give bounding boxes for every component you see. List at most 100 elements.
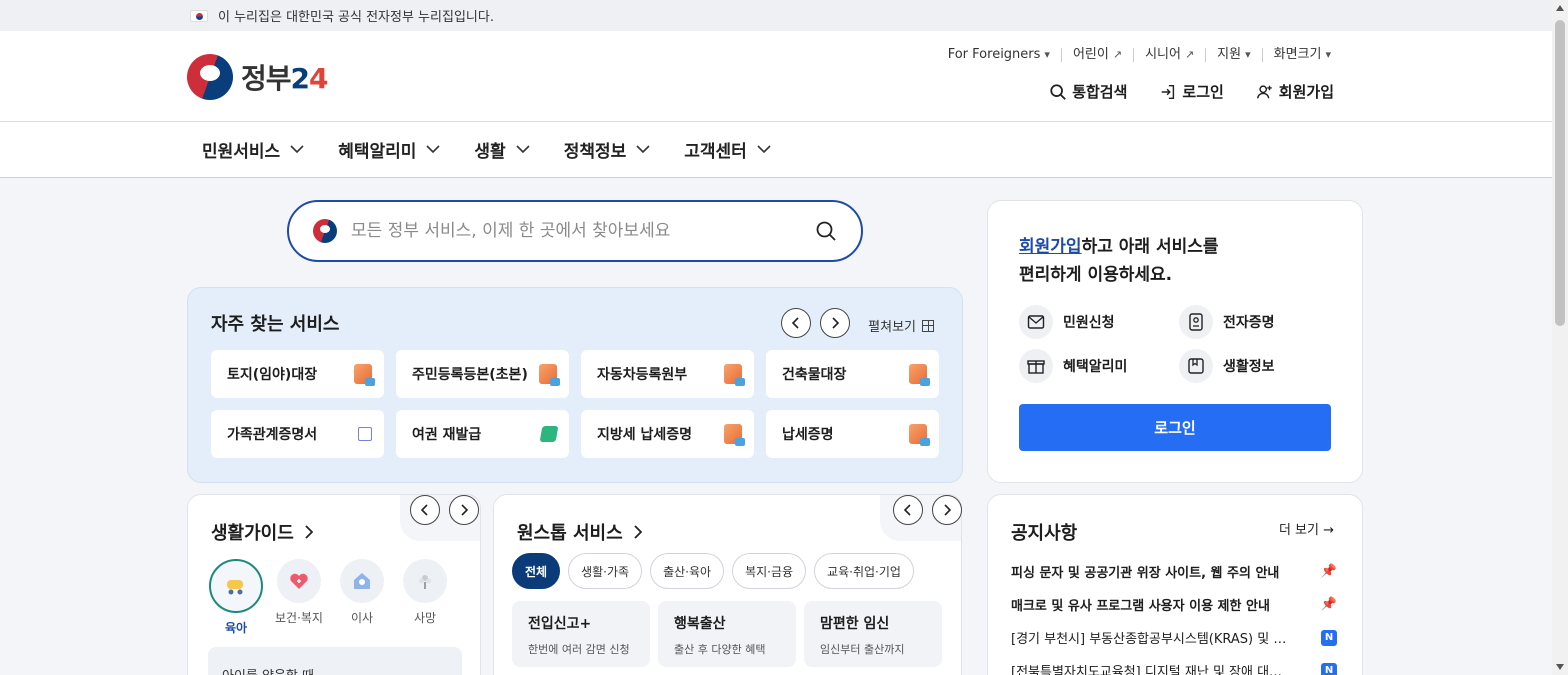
life-category-health-welfare[interactable]: 보건·복지	[274, 559, 324, 636]
service-card[interactable]: 주민등록등본(초본)	[396, 350, 569, 398]
util-screen-size[interactable]: 화면크기 ▾	[1261, 48, 1342, 62]
external-link-icon	[358, 427, 372, 441]
service-card[interactable]: 가족관계증명서	[211, 410, 384, 458]
pin-icon: 📌	[1320, 597, 1337, 612]
main-search-input[interactable]	[351, 221, 815, 241]
service-card[interactable]: 여권 재발급	[396, 410, 569, 458]
onestop-panel: 원스톱 서비스 전체 생활·가족 출산·육아 복지·금융 교육·취업·기업 전입…	[493, 494, 962, 675]
join-item-e-certificate[interactable]: 전자증명	[1179, 305, 1339, 339]
logo-text: 정부24	[241, 62, 329, 95]
signup-link[interactable]: 회원가입	[1256, 81, 1334, 102]
login-button[interactable]: 로그인	[1019, 404, 1331, 451]
service-card[interactable]: 토지(임야)대장	[211, 350, 384, 398]
life-guide-subitem[interactable]: 아이를 양육할 때	[208, 647, 462, 675]
main-search-box	[287, 200, 863, 262]
onestop-title[interactable]: 원스톱 서비스	[517, 519, 642, 545]
search-icon[interactable]	[815, 220, 837, 242]
chevron-down-icon	[426, 145, 440, 154]
external-link-icon: ↗	[1112, 48, 1123, 61]
korea-flag-icon	[190, 9, 208, 22]
chevron-right-icon	[944, 504, 952, 516]
member-join-panel: 회원가입하고 아래 서비스를 편리하게 이용하세요. 민원신청 전자증명 혜택알…	[987, 200, 1363, 483]
user-add-icon	[1256, 84, 1272, 98]
service-card[interactable]: 납세증명	[766, 410, 939, 458]
notice-more-link[interactable]: 더 보기 →	[1279, 519, 1334, 538]
chevron-right-icon	[305, 525, 313, 539]
scrollbar-thumb[interactable]	[1555, 20, 1565, 326]
integrated-search-button[interactable]: 통합검색	[1049, 81, 1127, 102]
life-category-parenting[interactable]: 육아	[209, 559, 263, 636]
chevron-down-icon	[290, 145, 304, 154]
onestop-chip-all[interactable]: 전체	[512, 553, 561, 589]
nav-customer-center[interactable]: 고객센터	[684, 137, 771, 162]
new-badge: N	[1321, 629, 1337, 646]
scroll-up-icon[interactable]	[1556, 5, 1564, 11]
chevron-left-icon	[420, 504, 428, 516]
gov-emblem-icon	[313, 219, 337, 243]
life-guide-title[interactable]: 생활가이드	[211, 519, 313, 545]
service-card[interactable]: 지방세 납세증명	[581, 410, 754, 458]
chevron-down-icon: ▾	[1325, 48, 1331, 61]
chevron-left-icon	[791, 317, 799, 329]
document-icon	[909, 364, 930, 386]
chevron-down-icon: ▾	[1044, 48, 1050, 61]
document-icon	[909, 424, 930, 446]
notice-item[interactable]: 피싱 문자 및 공공기관 위장 사이트, 웹 주의 안내 📌	[1011, 555, 1337, 588]
frequent-prev-button[interactable]	[781, 308, 811, 338]
life-category-moving[interactable]: 이사	[337, 559, 387, 636]
edit-icon	[539, 426, 559, 442]
life-guide-next-button[interactable]	[449, 495, 479, 525]
login-icon	[1162, 84, 1175, 99]
gov-banner-text: 이 누리집은 대한민국 공식 전자정부 누리집입니다.	[218, 10, 494, 25]
onestop-next-button[interactable]	[932, 495, 962, 525]
pin-icon: 📌	[1320, 564, 1337, 579]
frequent-next-button[interactable]	[820, 308, 850, 338]
logo[interactable]: 정부24	[187, 54, 329, 100]
onestop-chip-life-family[interactable]: 생활·가족	[568, 553, 643, 589]
notice-item[interactable]: [전북특별자치도교육청] 디지털 재난 및 장애 대… N	[1011, 654, 1337, 675]
join-promo-text: 회원가입하고 아래 서비스를 편리하게 이용하세요.	[1019, 237, 1219, 285]
notice-panel: 공지사항 더 보기 → 피싱 문자 및 공공기관 위장 사이트, 웹 주의 안내…	[987, 494, 1363, 675]
frequent-services-panel: 자주 찾는 서비스 펼쳐보기 토지(임야)대장 주민등록등본(초본) 자동차등록…	[187, 287, 963, 483]
header: 정부24 For Foreigners ▾ 어린이 ↗ 시니어 ↗ 지원 ▾ 화면크기 ▾…	[0, 31, 1552, 122]
util-for-foreigners[interactable]: For Foreigners ▾	[937, 48, 1061, 62]
onestop-card[interactable]: 행복출산 출산 후 다양한 혜택	[658, 601, 796, 667]
join-item-life-info[interactable]: 생활정보	[1179, 349, 1339, 383]
onestop-card[interactable]: 맘편한 임신 임신부터 출산까지	[804, 601, 942, 667]
join-link[interactable]: 회원가입	[1019, 237, 1082, 257]
scroll-down-icon[interactable]	[1556, 664, 1564, 670]
onestop-prev-button[interactable]	[893, 495, 923, 525]
login-link[interactable]: 로그인	[1159, 81, 1224, 102]
onestop-chip-birth-parenting[interactable]: 출산·육아	[650, 553, 725, 589]
document-icon	[724, 424, 745, 446]
util-children[interactable]: 어린이 ↗	[1060, 48, 1133, 62]
onestop-chip-education-job[interactable]: 교육·취업·기업	[814, 553, 914, 589]
envelope-check-icon	[1019, 305, 1053, 339]
page-scrollbar[interactable]	[1552, 0, 1568, 675]
life-guide-prev-button[interactable]	[410, 495, 440, 525]
onestop-chip-welfare-finance[interactable]: 복지·금융	[732, 553, 807, 589]
document-icon	[354, 364, 375, 386]
nav-policy-info[interactable]: 정책정보	[564, 137, 651, 162]
nav-life[interactable]: 생활	[474, 137, 530, 162]
life-guide-panel: 생활가이드 육아 보건·복지 이사 사망 아이를 양육할 때	[187, 494, 481, 675]
service-card[interactable]: 건축물대장	[766, 350, 939, 398]
stroller-icon	[209, 559, 263, 613]
id-card-icon	[1179, 305, 1213, 339]
search-icon	[1050, 83, 1067, 100]
house-icon	[340, 559, 384, 603]
nav-civil-service[interactable]: 민원서비스	[202, 137, 304, 162]
expand-all-button[interactable]: 펼쳐보기	[868, 316, 934, 335]
join-item-benefit-alert[interactable]: 혜택알리미	[1019, 349, 1179, 383]
bookmark-icon	[1179, 349, 1213, 383]
join-item-civil-application[interactable]: 민원신청	[1019, 305, 1179, 339]
nav-benefit-alert[interactable]: 혜택알리미	[338, 137, 440, 162]
util-support[interactable]: 지원 ▾	[1205, 48, 1261, 62]
onestop-card[interactable]: 전입신고+ 한번에 여러 감면 신청	[512, 601, 650, 667]
util-senior[interactable]: 시니어 ↗	[1133, 48, 1205, 62]
notice-item[interactable]: [경기 부천시] 부동산종합공부시스템(KRAS) 및 … N	[1011, 621, 1337, 654]
notice-item[interactable]: 매크로 및 유사 프로그램 사용자 이용 제한 안내 📌	[1011, 588, 1337, 621]
life-category-death[interactable]: 사망	[400, 559, 450, 636]
service-card[interactable]: 자동차등록원부	[581, 350, 754, 398]
gift-icon	[1019, 349, 1053, 383]
